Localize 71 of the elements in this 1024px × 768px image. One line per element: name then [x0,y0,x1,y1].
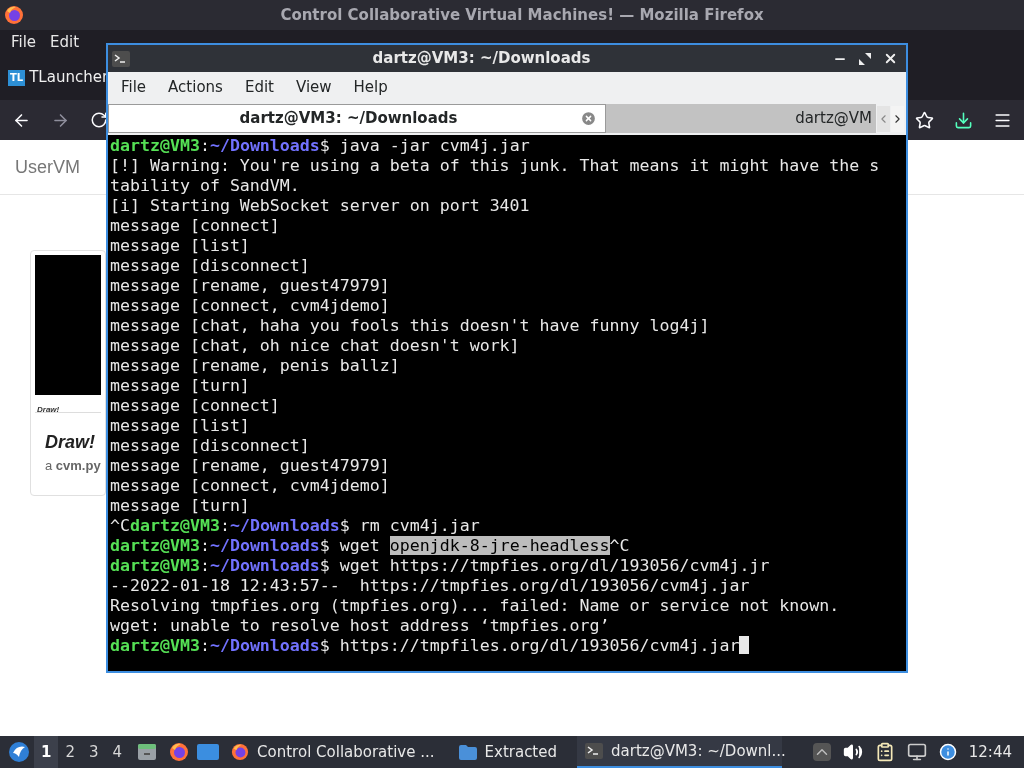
terminal-line: Resolving tmpfies.org (tmpfies.org)... failed: Name or service not known. [110,596,840,616]
reload-icon[interactable] [90,111,108,129]
bookmark-star-icon[interactable] [915,110,934,130]
close-icon[interactable] [883,51,898,66]
taskbar-task[interactable]: Extracted [454,736,561,768]
firefox-icon [231,743,250,761]
window-title: dartz@VM3: ~/Downloads [371,48,592,70]
window-icon[interactable] [197,743,220,761]
terminal-line: message [rename, guest47979] [110,456,390,476]
terminal-line: message [turn] [110,496,250,516]
folder-icon [458,744,477,760]
menu-item[interactable]: View [286,75,341,99]
terminal-line: dartz@VM3:~/Downloads$ wget openjdk-8-jre-headless^C [110,536,630,556]
terminal-icon [585,743,603,759]
menu-item[interactable]: Edit [235,75,283,99]
taskbar-task[interactable]: Control Collaborative ... [227,736,439,768]
notification-icon[interactable] [938,743,957,761]
tray-expand-icon[interactable] [812,743,831,761]
terminal-line: [i] Starting WebSocket server on port 3401 [110,196,530,216]
menu-item[interactable]: Help [344,75,397,99]
browser-menu-item[interactable]: Edit [43,31,87,54]
workspace-button[interactable]: 2 [58,735,82,768]
terminal-line: message [connect, cvm4jdemo] [110,296,390,316]
terminal-line: message [turn] [110,376,250,396]
terminal-line: tability of SandVM. [110,176,300,196]
browser-window-title: Control Collaborative Virtual Machines! — Mozilla Firefox [279,4,765,26]
workspace-button[interactable]: 3 [82,735,106,768]
browser-tab[interactable]: TL TLauncher [8,66,109,89]
download-icon[interactable] [954,110,973,130]
terminal-line: message [list] [110,416,250,436]
firefox-icon [4,5,24,25]
vm-card[interactable]: Draw! Draw! a cvm.py [30,250,106,496]
terminal-line: message [list] [110,236,250,256]
terminal-line: message [disconnect] [110,256,310,276]
terminal-line: message [chat, oh nice chat doesn't work] [110,336,520,356]
scroll-right-icon[interactable] [891,105,904,132]
terminal-line: [!] Warning: You're using a beta of this junk. That means it might have the s [110,156,880,176]
firefox-icon [169,742,190,762]
terminal-icon [112,50,130,67]
terminal-line: message [connect] [110,396,280,416]
terminal-line: dartz@VM3:~/Downloads$ java -jar cvm4j.jar [110,136,530,156]
maximize-icon[interactable] [859,52,871,65]
start-menu-icon[interactable] [8,741,30,763]
card-subtitle: a cvm.py [45,457,101,475]
terminal-tab[interactable]: dartz@VM [606,104,876,133]
thumb-caption: Draw! [37,405,60,414]
volume-icon[interactable] [842,742,863,762]
terminal-line: --2022-01-18 12:43:57-- https://tmpfies.org/dl/193056/cvm4j.jar [110,576,750,596]
terminal-line: message [disconnect] [110,436,310,456]
terminal-line: message [rename, guest47979] [110,276,390,296]
terminal-line: message [chat, haha you fools this doesn't have funny log4j] [110,316,710,336]
menu-item[interactable]: Actions [159,75,232,99]
terminal-line: ^Cdartz@VM3:~/Downloads$ rm cvm4j.jar [110,516,480,536]
terminal-line: dartz@VM3:~/Downloads$ https://tmpfiles.org/dl/193056/cvm4j.jar [110,636,750,656]
taskbar-task[interactable]: dartz@VM3: ~/Downl... [577,736,782,768]
menu-item[interactable]: File [112,75,156,99]
terminal-line: wget: unable to resolve host address ‘tmpfies.org’ [110,616,610,636]
terminal-tab[interactable]: dartz@VM3: ~/Downloads [108,104,606,133]
terminal-line: message [rename, penis ballz] [110,356,400,376]
app-icon: TL [8,69,26,86]
card-title: Draw! [45,431,95,454]
workspace-button[interactable]: 1 [34,735,59,768]
clock[interactable]: 12:44 [968,740,1012,764]
site-title: UserVM [15,155,80,179]
browser-menu-item[interactable]: File [4,31,44,54]
terminal-line: dartz@VM3:~/Downloads$ wget https://tmpfies.org/dl/193056/cvm4j.jr [110,556,770,576]
workspace-button[interactable]: 4 [105,735,130,768]
terminal-line: message [connect] [110,216,280,236]
close-tab-icon[interactable] [580,110,597,127]
file-cabinet-icon[interactable] [137,742,158,762]
terminal-line: message [connect, cvm4jdemo] [110,476,390,496]
